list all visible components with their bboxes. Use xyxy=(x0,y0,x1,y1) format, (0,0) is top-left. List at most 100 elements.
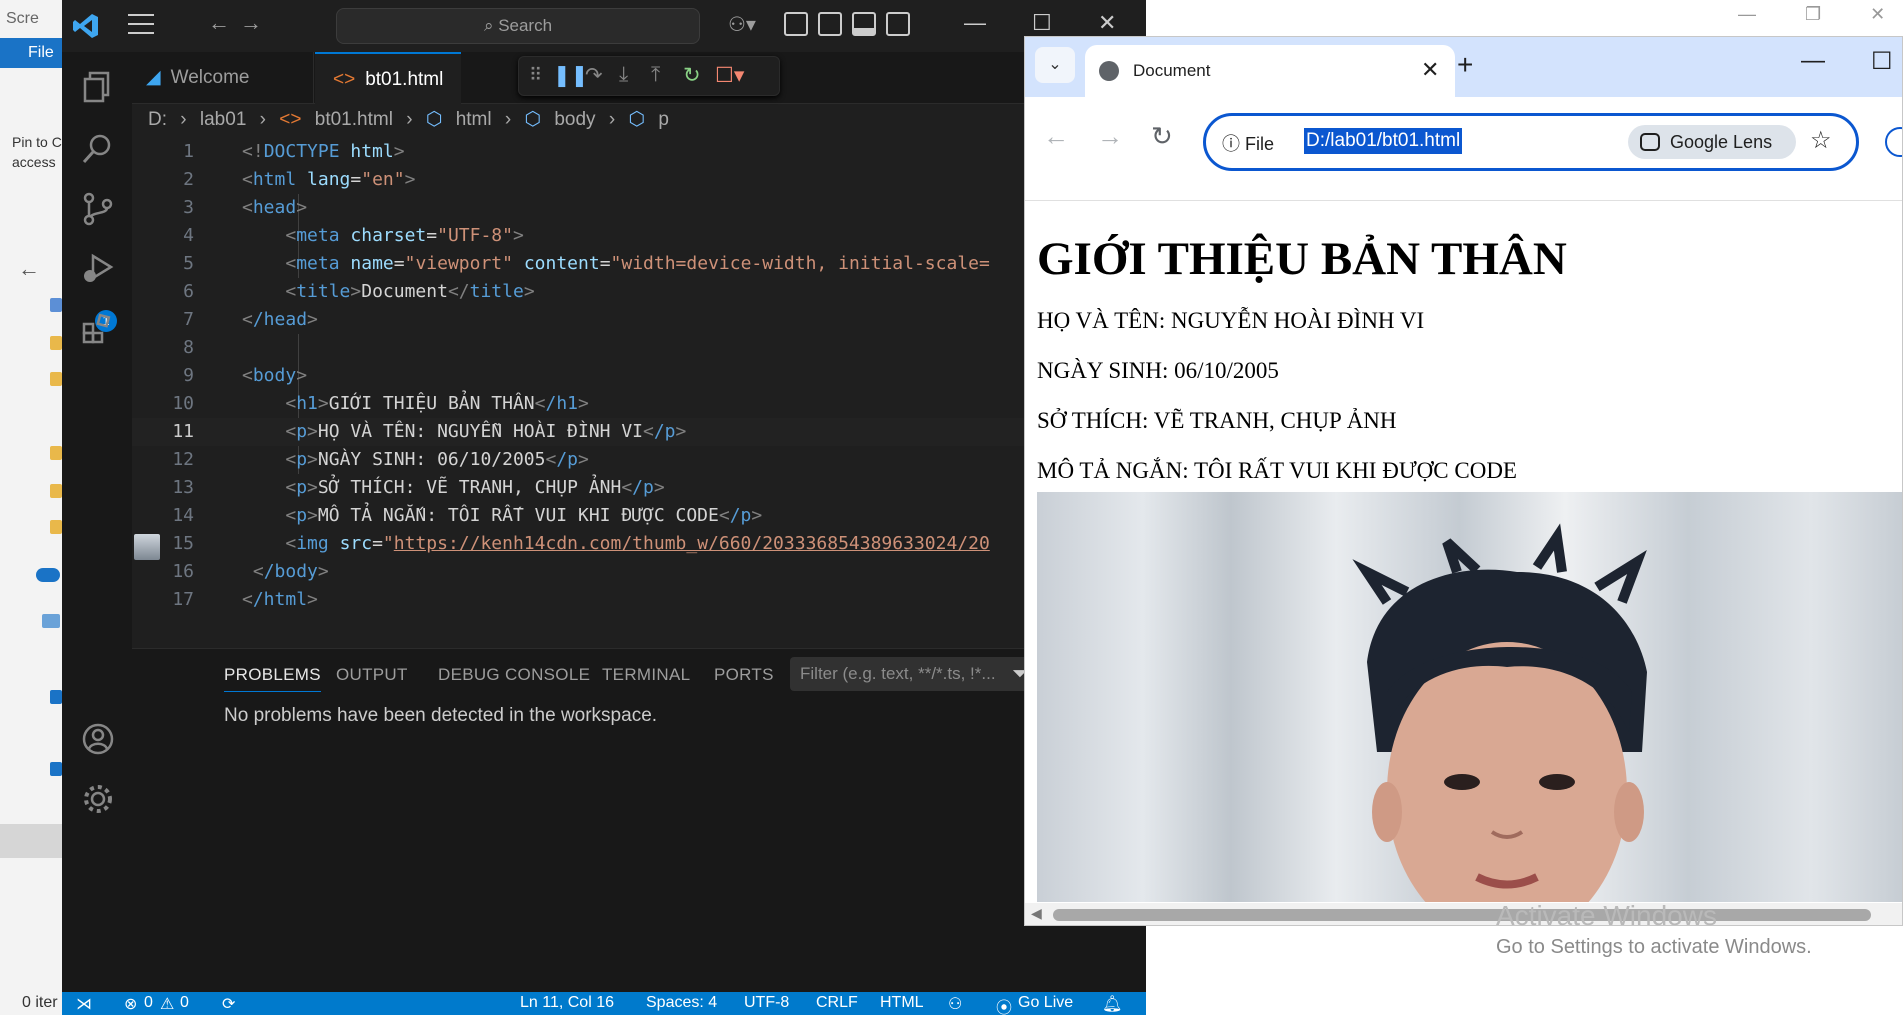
back-arrow-icon[interactable]: ← xyxy=(1043,121,1069,152)
code-line[interactable]: 15 <img src="https://kenh14cdn.com/thumb… xyxy=(132,530,1146,560)
code-line[interactable]: 17 </html> xyxy=(132,586,1146,614)
manage-gear-icon[interactable] xyxy=(81,782,115,816)
close-icon[interactable]: ✕ xyxy=(1098,10,1116,36)
debug-run-icon[interactable]: ⟳ xyxy=(222,994,235,1014)
stop-icon[interactable]: ☐▾ xyxy=(715,63,744,88)
breadcrumb-item[interactable]: bt01.html xyxy=(315,109,393,130)
code-line[interactable]: 4 <meta charset="UTF-8"> xyxy=(132,222,1146,250)
downloads-icon[interactable] xyxy=(50,762,62,776)
tab-bt01-html[interactable]: <> bt01.html xyxy=(315,52,461,104)
close-icon[interactable]: ✕ xyxy=(1870,4,1885,24)
folder-icon[interactable] xyxy=(50,298,62,312)
indentation[interactable]: Spaces: 4 xyxy=(646,994,717,1012)
folder-icon[interactable] xyxy=(50,446,62,460)
step-over-icon[interactable]: ↷ xyxy=(585,63,603,88)
broadcast-icon[interactable]: ⦿ xyxy=(996,994,1012,1015)
code-line[interactable]: 7 </head> xyxy=(132,306,1146,334)
code-line[interactable]: 10 <h1>GIỚI THIỆU BẢN THÂN</h1> xyxy=(132,390,1146,418)
code-line[interactable]: 1 <!DOCTYPE html> xyxy=(132,138,1146,166)
breadcrumb-item[interactable]: p xyxy=(658,109,669,130)
accounts-icon[interactable] xyxy=(81,722,115,756)
error-count[interactable]: 0 xyxy=(144,994,153,1012)
minimize-icon[interactable]: — xyxy=(1738,4,1756,24)
drive-icon[interactable] xyxy=(50,690,62,704)
code-line[interactable]: 9 <body> xyxy=(132,362,1146,390)
code-line[interactable]: 13 <p>SỞ THÍCH: VẼ TRANH, CHỤP ẢNH</p> xyxy=(132,474,1146,502)
minimize-icon[interactable]: — xyxy=(964,10,986,36)
this-pc-icon[interactable] xyxy=(42,614,60,628)
toggle-secondary-sidebar-icon[interactable] xyxy=(886,12,910,36)
encoding[interactable]: UTF-8 xyxy=(744,994,789,1012)
step-out-icon[interactable]: ⤒ xyxy=(651,63,660,87)
extensions-icon[interactable] xyxy=(81,312,115,346)
error-icon[interactable]: ⊗ xyxy=(124,994,137,1014)
tab-debug-console[interactable]: DEBUG CONSOLE xyxy=(438,665,590,685)
close-tab-icon[interactable]: ✕ xyxy=(1421,57,1439,83)
new-tab-plus-icon[interactable]: + xyxy=(1457,49,1473,81)
explorer-selected-row[interactable] xyxy=(0,824,62,858)
copilot-icon[interactable]: ⚇ xyxy=(948,994,962,1014)
folder-icon[interactable] xyxy=(50,520,62,534)
run-and-debug-icon[interactable] xyxy=(81,252,115,286)
warning-count[interactable]: 0 xyxy=(180,994,189,1012)
copilot-icon[interactable]: ⚇▾ xyxy=(728,12,756,37)
reload-icon[interactable]: ↻ xyxy=(1151,121,1173,152)
explorer-file-menu[interactable]: File xyxy=(0,38,62,68)
google-lens-button[interactable]: Google Lens xyxy=(1628,125,1796,159)
maximize-icon[interactable]: ☐ xyxy=(1871,47,1893,76)
folder-icon[interactable] xyxy=(50,484,62,498)
end-of-line[interactable]: CRLF xyxy=(816,994,858,1012)
folder-icon[interactable] xyxy=(50,336,62,350)
bookmark-star-icon[interactable]: ☆ xyxy=(1810,126,1832,155)
customize-layout-icon[interactable] xyxy=(784,12,808,36)
toggle-panel-icon[interactable] xyxy=(852,12,876,36)
back-arrow-icon[interactable]: ← xyxy=(18,256,40,282)
problems-filter-input[interactable]: Filter (e.g. text, **/*.ts, !*... xyxy=(790,657,1040,691)
code-line[interactable]: 5 <meta name="viewport" content="width=d… xyxy=(132,250,1146,278)
onedrive-icon[interactable] xyxy=(36,568,60,582)
remote-icon[interactable]: ⋊ xyxy=(76,994,92,1014)
pin-to-quick-access[interactable]: Pin to C access xyxy=(12,132,62,172)
address-bar[interactable]: ⓘ File D:/lab01/bt01.html Google Lens ☆ xyxy=(1203,113,1859,171)
code-line[interactable]: 14 <p>MÔ TẢ NGẮN: TÔI RẤT VUI KHI ĐƯỢC C… xyxy=(132,502,1146,530)
source-control-icon[interactable] xyxy=(81,192,115,226)
tab-welcome[interactable]: ◢ Welcome xyxy=(132,52,314,104)
tab-search-chevron-icon[interactable]: ⌄ xyxy=(1035,47,1075,83)
address-text[interactable]: D:/lab01/bt01.html xyxy=(1304,128,1463,154)
tab-ports[interactable]: PORTS xyxy=(714,665,774,685)
forward-arrow-icon[interactable]: → xyxy=(240,10,262,36)
restart-icon[interactable]: ↻ xyxy=(683,63,701,88)
breadcrumb-item[interactable]: body xyxy=(554,109,595,130)
code-line[interactable]: 8 xyxy=(132,334,1146,362)
explorer-files-icon[interactable] xyxy=(81,70,115,104)
tab-problems[interactable]: PROBLEMS xyxy=(224,665,321,692)
breadcrumb-item[interactable]: html xyxy=(456,109,492,130)
code-editor[interactable]: 1 <!DOCTYPE html> 2 <html lang="en"> 3 <hea… xyxy=(132,138,1146,648)
hamburger-menu-icon[interactable] xyxy=(128,14,154,36)
search-icon[interactable] xyxy=(81,132,115,166)
language-mode[interactable]: HTML xyxy=(880,994,924,1012)
back-arrow-icon[interactable]: ← xyxy=(208,10,230,36)
code-line-current[interactable]: 11 <p>HỌ VÀ TÊN: NGUYỄN HOÀI ĐÌNH VI</p> xyxy=(132,418,1146,446)
restore-icon[interactable]: ❐ xyxy=(1805,4,1821,24)
notifications-bell-icon[interactable]: 🔔︎ xyxy=(1102,994,1122,1014)
site-info-button[interactable]: ⓘ File xyxy=(1222,130,1274,156)
breadcrumb-item[interactable]: D: xyxy=(148,109,167,130)
code-line[interactable]: 6 <title>Document</title> xyxy=(132,278,1146,306)
minimize-icon[interactable]: — xyxy=(1801,47,1825,75)
profile-avatar-icon[interactable] xyxy=(1885,127,1902,157)
tab-terminal[interactable]: TERMINAL xyxy=(602,665,690,685)
code-line[interactable]: 12 <p>NGÀY SINH: 06/10/2005</p> xyxy=(132,446,1146,474)
cursor-position[interactable]: Ln 11, Col 16 xyxy=(520,994,614,1012)
code-link[interactable]: https://kenh14cdn.com/thumb_w/660/203336… xyxy=(394,533,990,554)
browser-tab-document[interactable]: Document ✕ xyxy=(1085,45,1455,97)
drag-handle-icon[interactable]: ⠿ xyxy=(529,65,542,86)
toggle-primary-sidebar-icon[interactable] xyxy=(818,12,842,36)
warning-icon[interactable]: ⚠ xyxy=(160,994,174,1014)
forward-arrow-icon[interactable]: → xyxy=(1097,121,1123,152)
code-line[interactable]: 16 </body> xyxy=(132,558,1146,586)
go-live-button[interactable]: Go Live xyxy=(1018,994,1073,1012)
code-line[interactable]: 2 <html lang="en"> xyxy=(132,166,1146,194)
command-center-search[interactable]: ⌕ Search xyxy=(336,8,700,44)
code-line[interactable]: 3 <head> xyxy=(132,194,1146,222)
